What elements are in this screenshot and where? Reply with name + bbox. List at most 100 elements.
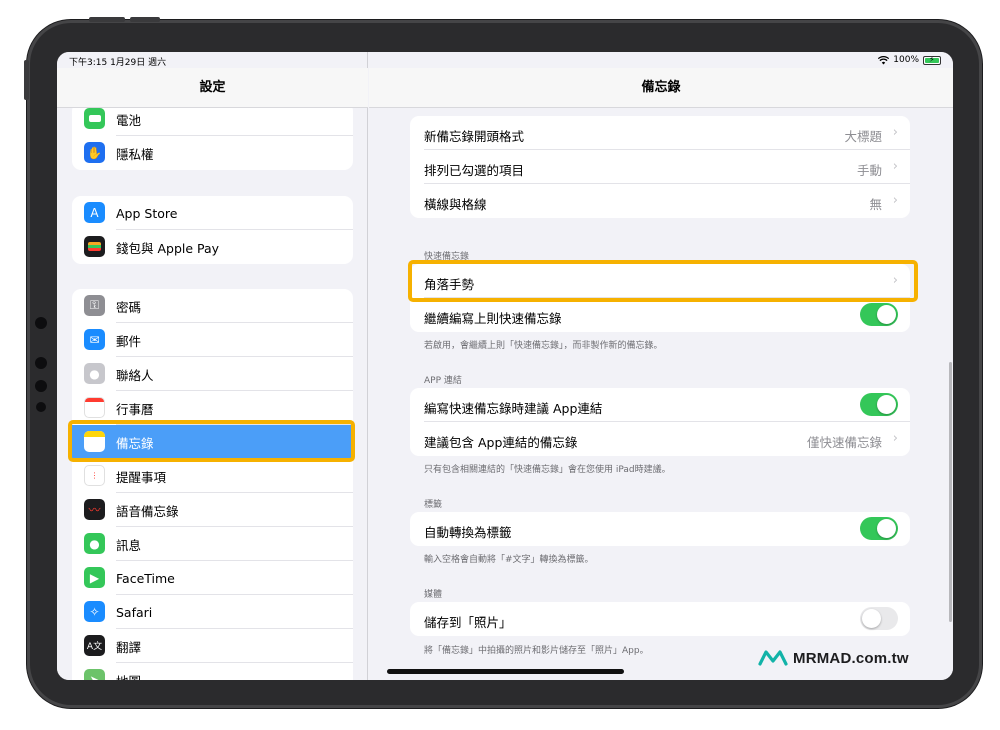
sidebar-item-label: 提醒事項	[116, 469, 167, 485]
sidebar-item-privacy[interactable]: ✋ 隱私權	[72, 136, 353, 170]
row-label: 建議包含 App連結的備忘錄	[424, 435, 578, 450]
watermark-text: MRMAD.com.tw	[793, 649, 909, 667]
sidebar-item-label: 密碼	[116, 299, 142, 315]
facetime-icon: ▶	[84, 567, 105, 588]
chevron-right-icon: ›	[892, 273, 898, 288]
mail-icon: ✉	[84, 329, 105, 350]
row-suggest-notes-with-app-links[interactable]: 建議包含 App連結的備忘錄 僅快速備忘錄 ›	[410, 422, 910, 456]
sidebar-item-notes[interactable]: 備忘錄	[72, 425, 353, 459]
sidebar-item-app-store[interactable]: A App Store	[72, 196, 353, 230]
sidebar-item-facetime[interactable]: ▶ FaceTime	[72, 561, 353, 595]
sidebar-item-label: App Store	[116, 205, 178, 221]
row-label: 角落手勢	[424, 277, 475, 292]
sidebar-item-safari[interactable]: ✧ Safari	[72, 595, 353, 629]
camera-sensor-2	[35, 357, 47, 369]
save-to-photos-toggle[interactable]	[860, 607, 898, 630]
row-save-to-photos: 儲存到「照片」	[410, 602, 910, 636]
chevron-right-icon: ›	[892, 159, 898, 174]
sidebar-item-translate[interactable]: A文 翻譯	[72, 629, 353, 663]
sidebar-group-1: 電池 ✋ 隱私權	[72, 102, 353, 170]
sidebar-group-2: A App Store 錢包與 Apple Pay	[72, 196, 353, 264]
battery-icon: ⚡	[923, 55, 941, 65]
sidebar-item-maps[interactable]: ➤ 地圖	[72, 663, 353, 680]
sidebar-item-label: 隱私權	[116, 146, 154, 162]
wifi-icon	[878, 55, 890, 64]
sidebar-item-contacts[interactable]: ● 聯絡人	[72, 357, 353, 391]
section-footer-tags: 輸入空格會自動將「#文字」轉換為標籤。	[424, 555, 594, 565]
row-value: 僅快速備忘錄	[806, 435, 882, 450]
camera-lens	[35, 380, 47, 392]
row-label: 繼續編寫上則快速備忘錄	[424, 311, 562, 326]
chevron-right-icon: ›	[892, 125, 898, 140]
section-header-app-links: APP 連結	[424, 376, 462, 386]
row-new-note-format[interactable]: 新備忘錄開頭格式 大標題 ›	[410, 116, 910, 150]
sidebar-item-label: 語音備忘錄	[116, 503, 179, 519]
chevron-right-icon: ›	[892, 431, 898, 446]
resume-quick-note-toggle[interactable]	[860, 303, 898, 326]
wallet-icon	[84, 236, 105, 257]
notes-icon	[84, 431, 105, 452]
row-lines-grids[interactable]: 橫線與格線 無 ›	[410, 184, 910, 218]
row-value: 大標題	[844, 129, 882, 144]
sidebar-title: 設定	[57, 68, 368, 108]
reminders-icon: ⋮	[84, 465, 105, 486]
sidebar-item-label: 郵件	[116, 333, 142, 349]
row-resume-last-quick-note: 繼續編寫上則快速備忘錄	[410, 298, 910, 332]
sidebar-item-reminders[interactable]: ⋮ 提醒事項	[72, 459, 353, 493]
volume-button-top	[89, 17, 125, 22]
section-header-quick-note: 快速備忘錄	[424, 252, 470, 262]
suggest-app-links-toggle[interactable]	[860, 393, 898, 416]
row-corner-gestures[interactable]: 角落手勢 ›	[410, 264, 910, 298]
row-label: 編寫快速備忘錄時建議 App連結	[424, 401, 603, 416]
row-label: 排列已勾選的項目	[424, 163, 525, 178]
sidebar-item-voice-memos[interactable]: 〰 語音備忘錄	[72, 493, 353, 527]
chevron-right-icon: ›	[892, 193, 898, 208]
camera-sensor	[35, 317, 47, 329]
sidebar-item-passwords[interactable]: ⚿ 密碼	[72, 289, 353, 323]
row-label: 橫線與格線	[424, 197, 487, 212]
sidebar-item-label: 電池	[116, 112, 142, 128]
side-button	[24, 60, 29, 100]
auto-convert-tags-toggle[interactable]	[860, 517, 898, 540]
tags-group: 自動轉換為標籤	[410, 512, 910, 546]
sidebar-item-label: FaceTime	[116, 570, 175, 586]
mrmad-logo-icon	[758, 650, 788, 666]
sidebar-item-wallet[interactable]: 錢包與 Apple Pay	[72, 230, 353, 264]
sidebar-item-label: 聯絡人	[116, 367, 154, 383]
volume-button-top-2	[130, 17, 160, 22]
app-links-group: 編寫快速備忘錄時建議 App連結 建議包含 App連結的備忘錄 僅快速備忘錄 ›	[410, 388, 910, 456]
sidebar-item-label: 行事曆	[116, 401, 154, 417]
battery-percent: 100%	[893, 55, 919, 65]
media-group: 儲存到「照片」	[410, 602, 910, 636]
key-icon: ⚿	[84, 295, 105, 316]
row-suggest-app-links: 編寫快速備忘錄時建議 App連結	[410, 388, 910, 422]
sidebar-item-calendar[interactable]: 行事曆	[72, 391, 353, 425]
section-footer-media: 將「備忘錄」中拍攝的照片和影片儲存至「照片」App。	[424, 646, 649, 656]
hand-icon: ✋	[84, 142, 105, 163]
app-store-icon: A	[84, 202, 105, 223]
home-indicator[interactable]	[387, 669, 624, 674]
watermark: MRMAD.com.tw	[758, 649, 909, 667]
row-auto-convert-tags: 自動轉換為標籤	[410, 512, 910, 546]
section-header-tags: 標籤	[424, 500, 443, 510]
scroll-indicator[interactable]	[949, 362, 952, 622]
status-right: 100% ⚡	[878, 55, 941, 65]
translate-icon: A文	[84, 635, 105, 656]
sidebar-item-label: 備忘錄	[116, 435, 154, 451]
notes-settings-detail: 備忘錄 新備忘錄開頭格式 大標題 › 排列已勾選的項目 手動 › 橫線與格線 無…	[369, 52, 953, 680]
messages-icon: ●	[84, 533, 105, 554]
sidebar-item-label: Safari	[116, 604, 153, 620]
voice-memos-icon: 〰	[84, 499, 105, 520]
detail-title: 備忘錄	[369, 68, 953, 108]
screen: 下午3:15 1月29日 週六 100% ⚡ 設定 電池 ✋ 隱私權 A App…	[57, 52, 953, 680]
row-value: 手動	[856, 163, 882, 178]
row-label: 新備忘錄開頭格式	[424, 129, 525, 144]
row-value: 無	[869, 197, 882, 212]
calendar-icon	[84, 397, 105, 418]
sidebar-item-messages[interactable]: ● 訊息	[72, 527, 353, 561]
sidebar-group-3: ⚿ 密碼 ✉ 郵件 ● 聯絡人 行事曆 備忘錄 ⋮ 提醒事項 〰 語音備忘錄 ●…	[72, 289, 353, 680]
flash-sensor	[36, 402, 46, 412]
row-sort-checked-items[interactable]: 排列已勾選的項目 手動 ›	[410, 150, 910, 184]
sidebar-item-mail[interactable]: ✉ 郵件	[72, 323, 353, 357]
sidebar-item-label: 翻譯	[116, 639, 142, 655]
